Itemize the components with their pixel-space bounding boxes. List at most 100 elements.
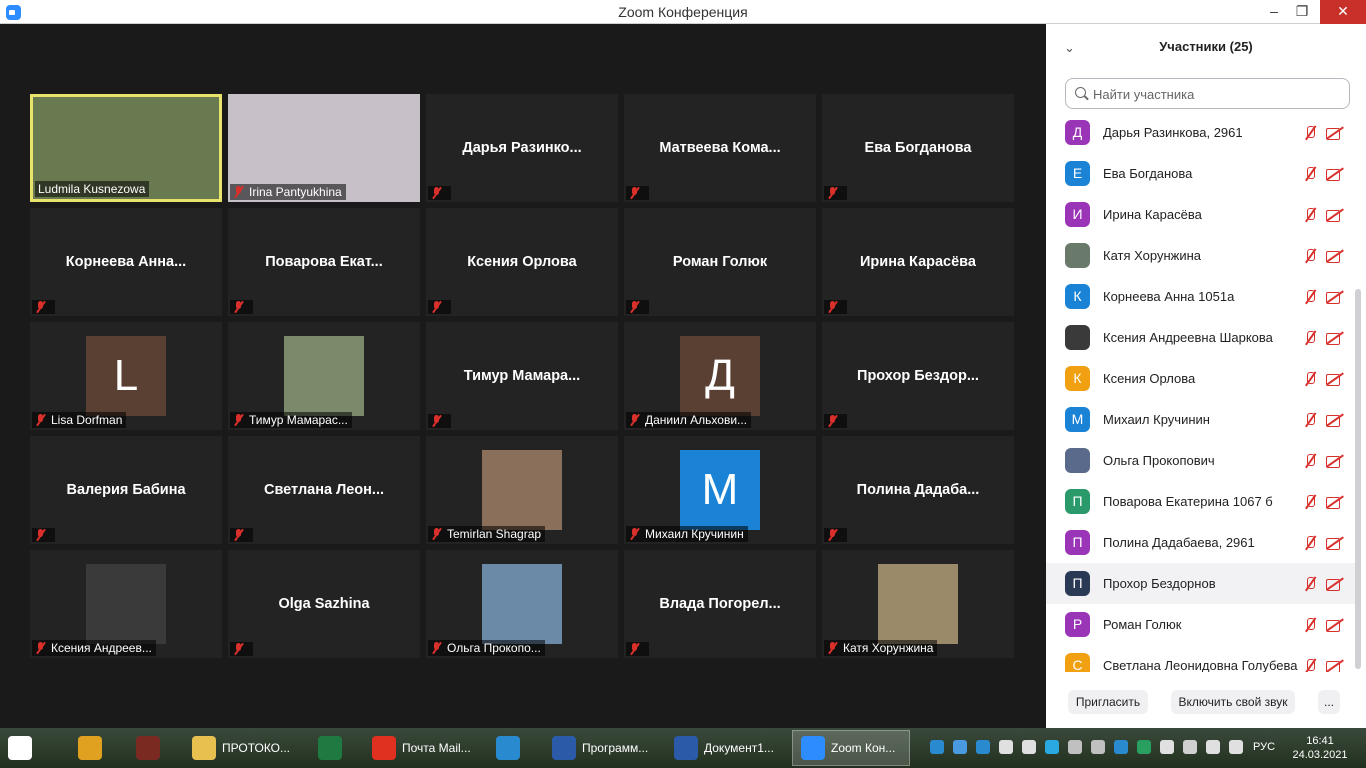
taskbar-folder[interactable]: ПРОТОКО... [184,730,302,766]
participant-row[interactable]: П Прохор Бездорнов [1046,563,1356,604]
taskbar-zoom[interactable]: Zoom Кон... [792,730,910,766]
taskbar-edge[interactable] [488,730,538,766]
video-tile[interactable]: Дарья Разинко... [426,94,618,202]
video-tile[interactable]: Temirlan Shagrap [426,436,618,544]
video-tile[interactable]: Ольга Прокопо... [426,550,618,658]
video-tile[interactable]: Поварова Екат... [228,208,420,316]
tray-icon[interactable] [1206,740,1220,754]
mic-muted-icon[interactable] [1303,453,1317,469]
video-tile[interactable]: Корнеева Анна... [30,208,222,316]
participant-row[interactable]: К Ксения Орлова [1046,358,1356,399]
participant-row[interactable]: Е Ева Богданова [1046,153,1356,194]
video-tile[interactable]: Тимур Мамарас... [228,322,420,430]
tray-icon[interactable] [1114,740,1128,754]
video-tile[interactable]: Валерия Бабина [30,436,222,544]
mic-muted-icon[interactable] [1303,535,1317,551]
mic-muted-icon[interactable] [1303,248,1317,264]
video-off-icon[interactable] [1326,372,1344,386]
participant-row[interactable]: Р Роман Голюк [1046,604,1356,645]
participant-row[interactable]: С Светлана Леонидовна Голубева [1046,645,1356,672]
tray-icon[interactable] [1091,740,1105,754]
video-off-icon[interactable] [1326,249,1344,263]
video-tile[interactable]: Влада Погорел... [624,550,816,658]
tray-icon[interactable] [1137,740,1151,754]
mic-muted-icon[interactable] [1303,412,1317,428]
video-tile[interactable]: Тимур Мамара... [426,322,618,430]
participant-row[interactable]: Д Дарья Разинкова, 2961 [1046,112,1356,153]
video-off-icon[interactable] [1326,495,1344,509]
close-button[interactable]: ✕ [1320,0,1366,24]
participant-search[interactable] [1065,78,1350,109]
video-off-icon[interactable] [1326,454,1344,468]
video-tile[interactable]: Катя Хорунжина [822,550,1014,658]
video-tile[interactable]: Роман Голюк [624,208,816,316]
participants-scrollbar[interactable] [1355,289,1361,669]
video-tile[interactable]: M Михаил Кручинин [624,436,816,544]
participant-row[interactable]: П Поварова Екатерина 1067 б [1046,481,1356,522]
tray-icon[interactable] [976,740,990,754]
participant-row[interactable]: К Корнеева Анна 1051а [1046,276,1356,317]
video-tile[interactable]: Матвеева Кома... [624,94,816,202]
video-off-icon[interactable] [1326,290,1344,304]
participant-row[interactable]: Ксения Андреевна Шаркова [1046,317,1356,358]
video-tile[interactable]: Ксения Андреев... [30,550,222,658]
taskbar-word2[interactable]: Документ1... [666,730,786,766]
mic-muted-icon[interactable] [1303,658,1317,673]
video-tile[interactable]: Светлана Леон... [228,436,420,544]
tray-icon[interactable] [1068,740,1082,754]
participant-row[interactable]: П Полина Дадабаева, 2961 [1046,522,1356,563]
video-off-icon[interactable] [1326,331,1344,345]
tray-icon[interactable] [1045,740,1059,754]
video-tile[interactable]: L Lisa Dorfman [30,322,222,430]
taskbar-yandex[interactable]: Почта Mail... [364,730,484,766]
video-tile[interactable]: Ирина Карасёва [822,208,1014,316]
video-off-icon[interactable] [1326,126,1344,140]
video-tile[interactable]: Полина Дадаба... [822,436,1014,544]
video-off-icon[interactable] [1326,167,1344,181]
participant-row[interactable]: Ольга Прокопович [1046,440,1356,481]
mic-muted-icon[interactable] [1303,576,1317,592]
video-off-icon[interactable] [1326,208,1344,222]
unmute-self-button[interactable]: Включить свой звук [1171,690,1295,714]
taskbar-chrome[interactable] [70,730,120,766]
taskbar-start[interactable] [0,730,50,766]
participant-row[interactable]: И Ирина Карасёва [1046,194,1356,235]
tray-icon[interactable] [1022,740,1036,754]
video-off-icon[interactable] [1326,659,1344,672]
tray-icon[interactable] [1183,740,1197,754]
tray-icon[interactable] [1160,740,1174,754]
mic-muted-icon[interactable] [1303,371,1317,387]
tray-icon[interactable] [930,740,944,754]
video-off-icon[interactable] [1326,577,1344,591]
taskbar-word1[interactable]: Программ... [544,730,662,766]
video-tile[interactable]: Ева Богданова [822,94,1014,202]
more-options-button[interactable]: ... [1318,690,1340,714]
mic-muted-icon[interactable] [1303,330,1317,346]
tray-icon[interactable] [999,740,1013,754]
video-off-icon[interactable] [1326,413,1344,427]
video-tile[interactable]: Irina Pantyukhina [228,94,420,202]
search-input[interactable] [1093,84,1343,104]
mic-muted-icon[interactable] [1303,289,1317,305]
mic-muted-icon[interactable] [1303,166,1317,182]
maximize-button[interactable]: ❐ [1282,0,1322,24]
system-clock[interactable]: 16:41 24.03.2021 [1290,734,1350,762]
taskbar-app[interactable] [128,730,178,766]
mic-muted-icon[interactable] [1303,617,1317,633]
taskbar-excel[interactable] [310,730,360,766]
participant-row[interactable]: Катя Хорунжина [1046,235,1356,276]
video-off-icon[interactable] [1326,536,1344,550]
video-tile[interactable]: Olga Sazhina [228,550,420,658]
tray-icon[interactable] [953,740,967,754]
invite-button[interactable]: Пригласить [1068,690,1148,714]
video-tile[interactable]: Ludmila Kusnezowa [30,94,222,202]
tray-icon[interactable] [1229,740,1243,754]
video-tile[interactable]: Д Даниил Альхови... [624,322,816,430]
video-off-icon[interactable] [1326,618,1344,632]
participant-row[interactable]: М Михаил Кручинин [1046,399,1356,440]
mic-muted-icon[interactable] [1303,125,1317,141]
mic-muted-icon[interactable] [1303,494,1317,510]
video-tile[interactable]: Ксения Орлова [426,208,618,316]
video-tile[interactable]: Прохор Бездор... [822,322,1014,430]
language-indicator[interactable]: РУС [1253,741,1275,753]
